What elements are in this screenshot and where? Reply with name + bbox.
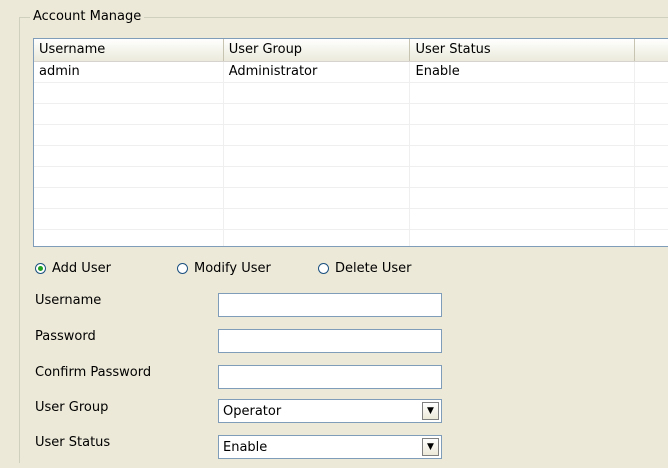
table-cell [34,209,224,229]
user-group-label: User Group [35,400,109,415]
table-row[interactable] [34,188,668,209]
chevron-down-icon[interactable]: ▼ [422,402,439,420]
column-user-group[interactable]: User Group [223,39,411,61]
table-cell [635,209,668,229]
chevron-down-icon[interactable]: ▼ [422,438,439,456]
table-cell [34,188,224,208]
table-cell [224,188,411,208]
table-cell [635,125,668,145]
list-body: admin Administrator Enable [34,62,668,246]
group-title: Account Manage [30,9,145,25]
table-cell [410,230,635,246]
account-list[interactable]: Username User Group User Status admin Adm… [33,38,668,247]
table-cell [224,83,411,103]
table-row[interactable] [34,83,668,104]
table-cell [34,230,224,246]
user-group-value: Operator [223,403,282,419]
table-cell [224,167,411,187]
username-input[interactable] [219,294,441,316]
radio-icon [35,263,46,274]
table-cell [410,188,635,208]
table-cell [410,104,635,124]
delete-user-radio[interactable]: Delete User [318,261,411,276]
table-cell [410,125,635,145]
table-cell [34,167,224,187]
table-cell [410,209,635,229]
table-cell [224,125,411,145]
table-cell [635,62,668,82]
user-group-select[interactable]: Operator ▼ [218,399,442,423]
add-user-label: Add User [52,261,111,276]
account-manage-panel: Account Manage Username User Group User … [0,0,668,468]
password-input[interactable] [219,330,441,352]
table-cell [410,167,635,187]
column-user-status[interactable]: User Status [410,39,635,61]
table-cell [34,104,224,124]
column-extra[interactable] [634,39,668,61]
table-cell [224,230,411,246]
table-row[interactable] [34,209,668,230]
user-status-value: Enable [223,439,268,455]
table-cell [224,146,411,166]
username-label: Username [35,293,102,308]
column-username[interactable]: Username [34,39,224,61]
table-cell [635,83,668,103]
confirm-password-input[interactable] [219,366,441,388]
confirm-password-field[interactable] [218,365,442,389]
table-row[interactable]: admin Administrator Enable [34,62,668,83]
confirm-password-label: Confirm Password [35,365,152,380]
table-row[interactable] [34,125,668,146]
table-row[interactable] [34,167,668,188]
user-status-label: User Status [35,435,111,450]
table-cell [635,188,668,208]
list-header: Username User Group User Status [34,39,668,62]
table-cell [34,83,224,103]
add-user-radio[interactable]: Add User [35,261,111,276]
table-cell: Enable [410,62,635,82]
table-row[interactable] [34,230,668,246]
modify-user-radio[interactable]: Modify User [177,261,271,276]
table-cell [34,146,224,166]
table-cell [635,167,668,187]
table-cell [635,146,668,166]
table-cell [635,230,668,246]
user-status-select[interactable]: Enable ▼ [218,435,442,459]
table-cell [410,146,635,166]
radio-icon [177,263,188,274]
table-row[interactable] [34,146,668,167]
table-cell: admin [34,62,224,82]
table-cell [635,104,668,124]
table-cell [34,125,224,145]
username-field[interactable] [218,293,442,317]
delete-user-label: Delete User [335,261,412,276]
table-cell [410,83,635,103]
password-label: Password [35,329,96,344]
table-row[interactable] [34,104,668,125]
table-cell [224,104,411,124]
radio-icon [318,263,329,274]
table-cell: Administrator [224,62,411,82]
modify-user-label: Modify User [194,261,271,276]
password-field[interactable] [218,329,442,353]
table-cell [224,209,411,229]
